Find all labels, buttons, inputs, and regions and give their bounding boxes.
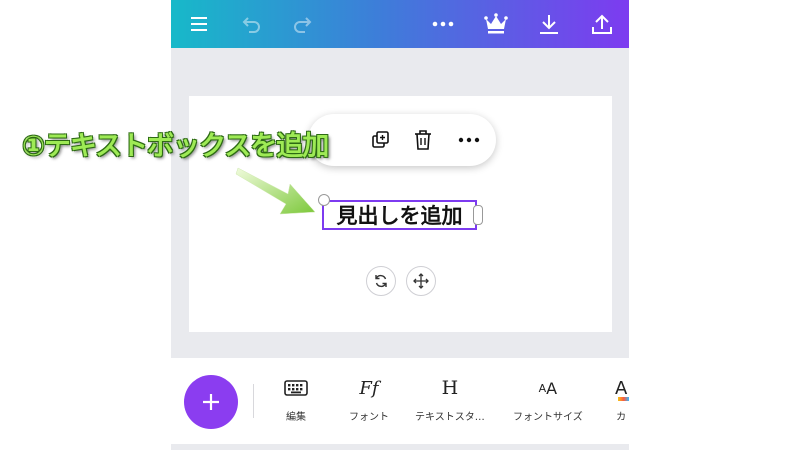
top-toolbar	[171, 0, 629, 48]
share-icon[interactable]	[590, 12, 614, 36]
font-icon: Ff	[359, 377, 379, 399]
color-glyph: A	[615, 377, 628, 399]
annotation-label: ①テキストボックスを追加	[22, 131, 329, 162]
tool-text-style[interactable]: H テキストスタ…	[415, 374, 485, 423]
move-icon[interactable]	[406, 266, 436, 296]
tool-label: テキストスタ…	[415, 412, 485, 423]
font-size-icon: AA	[538, 378, 558, 398]
toolbar-divider	[253, 384, 254, 418]
redo-icon[interactable]	[291, 12, 315, 36]
undo-icon[interactable]	[239, 12, 263, 36]
resize-handle[interactable]	[473, 205, 483, 225]
annotation-arrow	[235, 167, 316, 215]
keyboard-icon	[284, 374, 308, 402]
rotate-icon[interactable]	[366, 266, 396, 296]
tool-label: カ	[616, 412, 627, 423]
more-icon[interactable]	[457, 128, 481, 152]
tool-label: フォント	[349, 412, 389, 423]
duplicate-icon[interactable]	[368, 128, 392, 152]
tool-edit[interactable]: 編集	[284, 374, 308, 423]
tool-font[interactable]: Ff フォント	[349, 374, 389, 424]
tool-label: フォントサイズ	[513, 412, 583, 423]
plus-icon	[203, 394, 219, 410]
menu-icon[interactable]	[187, 12, 211, 36]
crown-icon[interactable]	[484, 12, 508, 36]
context-menu	[308, 114, 496, 166]
heading-textbox[interactable]: 見出しを追加	[322, 200, 477, 230]
bottom-strip	[171, 444, 629, 450]
color-swatch-bar	[618, 397, 629, 401]
trash-icon[interactable]	[411, 128, 435, 152]
add-element-button[interactable]	[184, 375, 238, 429]
download-icon[interactable]	[537, 12, 561, 36]
textbox-text: 見出しを追加	[336, 204, 463, 228]
tool-label: 編集	[286, 412, 306, 423]
heading-icon: H	[441, 377, 459, 399]
tool-font-size[interactable]: AA フォントサイズ	[513, 374, 583, 424]
bottom-toolbar: 編集 Ff フォント H テキストスタ… AA フォントサイズ A カ	[171, 358, 629, 444]
more-icon[interactable]	[431, 12, 455, 36]
